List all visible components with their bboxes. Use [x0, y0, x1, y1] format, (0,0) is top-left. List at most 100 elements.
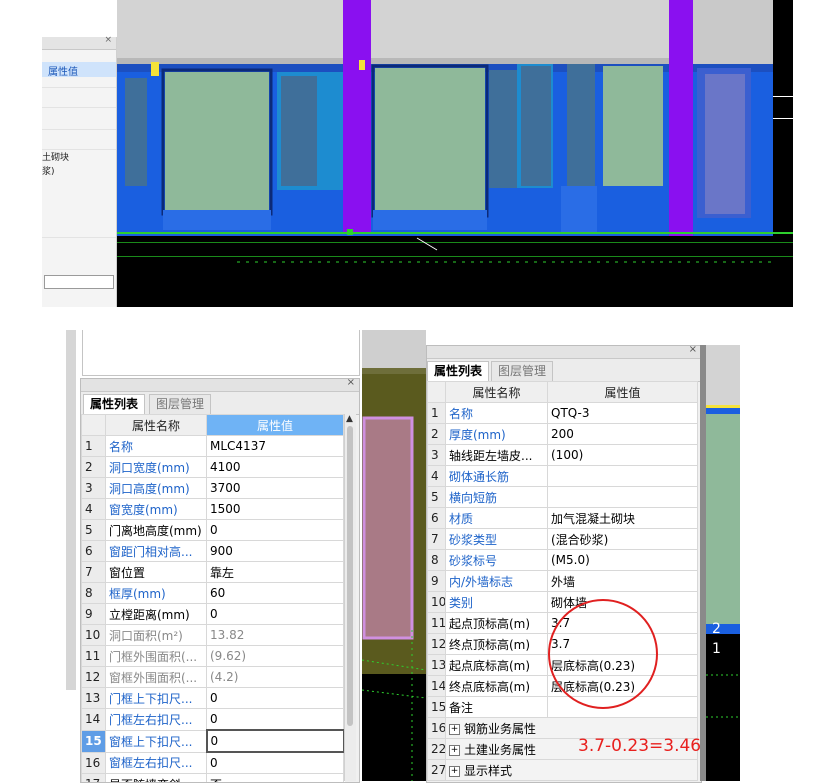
table-row[interactable]: 11门框外围面积(...(9.62) [82, 646, 344, 667]
axis-label: 1 [712, 641, 721, 657]
property-name: 砂浆标号 [446, 550, 548, 571]
property-value[interactable]: 否 [207, 774, 344, 783]
table-row[interactable]: 3洞口高度(mm)3700 [82, 478, 344, 499]
tab-property-list[interactable]: 属性列表 [427, 361, 489, 382]
table-row[interactable]: 5横向短筋 [428, 487, 698, 508]
property-value[interactable]: 0 [207, 520, 344, 541]
panel-tabs: 属性列表 图层管理 [427, 359, 701, 382]
table-row[interactable]: 7砂浆类型(混合砂浆) [428, 529, 698, 550]
tab-layer-management[interactable]: 图层管理 [491, 361, 553, 381]
property-value[interactable]: 靠左 [207, 562, 344, 583]
row-number: 8 [428, 550, 446, 571]
row-number: 12 [82, 667, 106, 688]
property-value[interactable] [548, 487, 698, 508]
table-row[interactable]: 2厚度(mm)200 [428, 424, 698, 445]
cad-viewport-right[interactable]: 2 1 [706, 345, 740, 781]
table-row[interactable]: 5门离地高度(mm)0 [82, 520, 344, 541]
property-value[interactable] [548, 466, 698, 487]
table-row[interactable]: 14门框左右扣尺...0 [82, 709, 344, 731]
property-name: 终点底标高(m) [446, 676, 548, 697]
group-label: 土建业务属性 [464, 743, 536, 757]
table-row[interactable]: 8框厚(mm)60 [82, 583, 344, 604]
expand-plus-icon[interactable]: + [449, 766, 460, 777]
property-value[interactable]: 0 [207, 709, 344, 731]
row-number: 3 [82, 478, 106, 499]
table-row[interactable]: 15备注 [428, 697, 698, 718]
close-icon[interactable]: × [689, 345, 697, 355]
property-value[interactable]: 200 [548, 424, 698, 445]
input-box[interactable] [44, 275, 114, 289]
table-row[interactable]: 13门框上下扣尺...0 [82, 688, 344, 709]
property-name: 名称 [106, 436, 207, 457]
property-value[interactable]: 0 [207, 688, 344, 709]
table-row[interactable]: 4砌体通长筋 [428, 466, 698, 487]
table-row[interactable]: 2洞口宽度(mm)4100 [82, 457, 344, 478]
row-number: 7 [428, 529, 446, 550]
close-icon[interactable]: × [104, 35, 112, 45]
property-name: 门框左右扣尺... [106, 709, 207, 731]
row-number: 2 [82, 457, 106, 478]
table-row[interactable]: 9内/外墙标志外墙 [428, 571, 698, 592]
table-row[interactable]: 4窗宽度(mm)1500 [82, 499, 344, 520]
property-value[interactable]: 0 [207, 604, 344, 625]
property-value[interactable]: 0 [207, 730, 344, 752]
wall-render-fragment [362, 330, 426, 781]
property-value[interactable]: (9.62) [207, 646, 344, 667]
tab-layer-management[interactable]: 图层管理 [149, 394, 211, 414]
property-value[interactable]: 0 [207, 752, 344, 774]
table-row[interactable]: 7窗位置靠左 [82, 562, 344, 583]
cad-3d-viewport-top[interactable] [117, 0, 793, 307]
panel-titlebar: × [42, 37, 116, 50]
property-name: 立樘距离(mm) [106, 604, 207, 625]
scroll-up-arrow-icon[interactable]: ▲ [346, 414, 353, 424]
property-value[interactable]: (4.2) [207, 667, 344, 688]
table-row[interactable]: 12窗框外围面积(...(4.2) [82, 667, 344, 688]
property-value[interactable]: 4100 [207, 457, 344, 478]
row-number: 11 [82, 646, 106, 667]
property-value[interactable]: 1500 [207, 499, 344, 520]
table-row[interactable]: 10洞口面积(m²)13.82 [82, 625, 344, 646]
table-row[interactable]: 17是否随墙变斜否 [82, 774, 344, 783]
group-row[interactable]: 27+显示样式 [428, 760, 698, 781]
scrollbar-thumb[interactable] [347, 426, 353, 726]
property-value[interactable]: MLC4137 [207, 436, 344, 457]
table-row[interactable]: 8砂浆标号(M5.0) [428, 550, 698, 571]
expand-plus-icon[interactable]: + [449, 745, 460, 756]
row-number: 6 [82, 541, 106, 562]
property-value[interactable]: 13.82 [207, 625, 344, 646]
cad-viewport-middle[interactable] [362, 330, 426, 781]
row-number: 13 [82, 688, 106, 709]
property-value[interactable]: 外墙 [548, 571, 698, 592]
property-value[interactable]: (M5.0) [548, 550, 698, 571]
property-value[interactable]: (混合砂浆) [548, 529, 698, 550]
property-value[interactable]: 3700 [207, 478, 344, 499]
property-name: 起点顶标高(m) [446, 613, 548, 634]
property-value[interactable]: QTQ-3 [548, 403, 698, 424]
table-header-row: 属性名称 属性值 [428, 382, 698, 403]
property-name: 砂浆类型 [446, 529, 548, 550]
table-row[interactable]: 15窗框上下扣尺...0 [82, 730, 344, 752]
table-row[interactable]: 9立樘距离(mm)0 [82, 604, 344, 625]
table-row[interactable]: 1名称QTQ-3 [428, 403, 698, 424]
property-value[interactable]: 900 [207, 541, 344, 562]
property-table-scrollbar[interactable]: ▲ [344, 414, 356, 781]
row-number: 5 [428, 487, 446, 508]
table-row[interactable]: 3轴线距左墙皮...(100) [428, 445, 698, 466]
table-row[interactable]: 10类别砌体墙 [428, 592, 698, 613]
row-number: 2 [428, 424, 446, 445]
close-icon[interactable]: × [347, 378, 355, 388]
table-row[interactable]: 6材质加气混凝土砌块 [428, 508, 698, 529]
property-value[interactable]: 60 [207, 583, 344, 604]
table-row[interactable]: 16窗框左右扣尺...0 [82, 752, 344, 774]
tab-property-list[interactable]: 属性列表 [83, 394, 145, 415]
building-elevation-render [117, 0, 793, 307]
red-annotation-ellipse [548, 599, 658, 709]
expand-plus-icon[interactable]: + [449, 724, 460, 735]
property-value[interactable]: 加气混凝土砌块 [548, 508, 698, 529]
row-number: 1 [82, 436, 106, 457]
table-row[interactable]: 6窗距门相对高...900 [82, 541, 344, 562]
row-number: 3 [428, 445, 446, 466]
property-value[interactable]: (100) [548, 445, 698, 466]
table-row[interactable]: 1名称MLC4137 [82, 436, 344, 457]
row-number: 10 [82, 625, 106, 646]
